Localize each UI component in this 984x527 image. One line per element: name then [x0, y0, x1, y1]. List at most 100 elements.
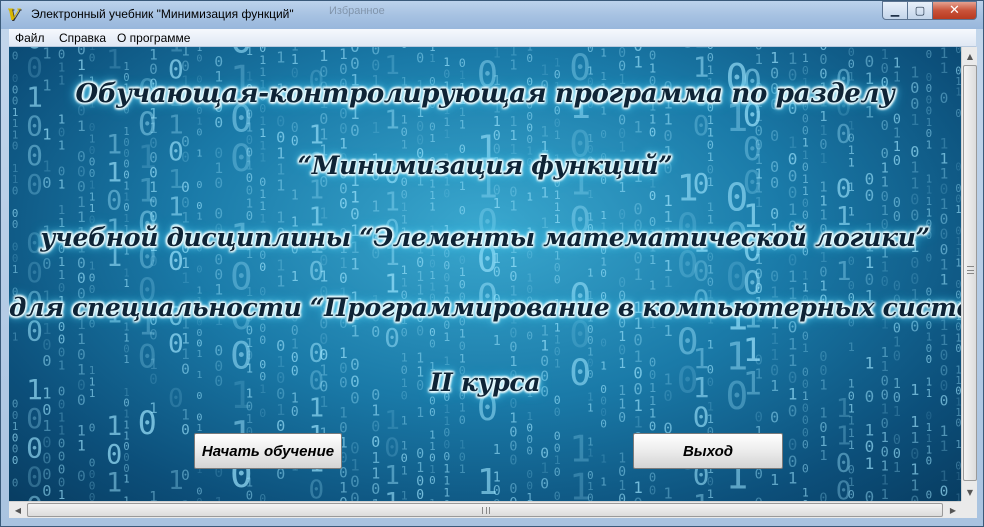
svg-text:1: 1: [58, 255, 65, 269]
svg-text:1: 1: [384, 187, 400, 217]
svg-text:0: 0: [910, 206, 919, 224]
svg-text:0: 0: [554, 465, 561, 479]
maximize-button[interactable]: ▢: [908, 1, 933, 20]
menu-item-help[interactable]: Справка: [59, 31, 106, 45]
svg-text:0: 0: [755, 467, 763, 483]
heading-line-3: учебной дисциплины “Элементы математичес…: [40, 223, 930, 252]
svg-text:0: 0: [339, 196, 348, 212]
heading-line-4: для специальности “Программирование в ко…: [9, 293, 961, 322]
svg-text:1: 1: [339, 256, 348, 272]
svg-text:0: 0: [848, 254, 855, 268]
minimize-icon: ▁: [890, 4, 900, 17]
svg-text:1: 1: [910, 111, 919, 129]
resize-corner[interactable]: [961, 501, 977, 518]
close-button[interactable]: ✕: [933, 1, 977, 20]
svg-text:1: 1: [554, 128, 561, 142]
svg-text:1: 1: [663, 484, 672, 501]
svg-text:1: 1: [443, 330, 450, 344]
svg-text:1: 1: [181, 332, 190, 348]
svg-text:0: 0: [26, 490, 43, 501]
svg-text:0: 0: [58, 48, 65, 62]
svg-text:0: 0: [416, 52, 424, 67]
svg-text:1: 1: [276, 49, 285, 67]
svg-text:1: 1: [663, 257, 672, 275]
svg-text:0: 0: [802, 208, 809, 222]
svg-text:0: 0: [214, 268, 223, 284]
svg-text:0: 0: [819, 491, 827, 502]
svg-text:1: 1: [940, 197, 949, 213]
svg-text:0: 0: [149, 254, 157, 270]
scroll-left-arrow-icon[interactable]: ◀: [10, 502, 26, 518]
svg-text:1: 1: [587, 402, 593, 415]
svg-text:1: 1: [123, 278, 129, 290]
scroll-right-arrow-icon[interactable]: ▶: [945, 502, 961, 518]
svg-text:0: 0: [384, 324, 400, 354]
menu-item-about[interactable]: О программе: [117, 31, 190, 45]
svg-text:1: 1: [893, 57, 901, 72]
svg-text:1: 1: [663, 192, 672, 210]
svg-text:0: 0: [509, 397, 517, 412]
svg-text:1: 1: [493, 334, 501, 349]
svg-text:0: 0: [26, 461, 43, 494]
svg-text:1: 1: [181, 347, 190, 363]
svg-text:1: 1: [384, 105, 400, 135]
svg-text:1: 1: [106, 468, 122, 499]
minimize-button[interactable]: ▁: [882, 1, 908, 20]
heading-line-5: II курса: [429, 368, 541, 397]
svg-text:1: 1: [509, 59, 517, 74]
svg-text:0: 0: [554, 405, 561, 419]
svg-text:0: 0: [893, 433, 901, 448]
horizontal-scrollbar[interactable]: ◀ ▶: [9, 501, 961, 518]
svg-text:0: 0: [26, 431, 43, 464]
svg-text:1: 1: [707, 337, 714, 351]
svg-text:0: 0: [493, 266, 501, 281]
svg-text:0: 0: [371, 323, 380, 341]
svg-text:0: 0: [196, 53, 202, 64]
horizontal-scroll-thumb[interactable]: [27, 503, 943, 517]
svg-text:0: 0: [26, 256, 43, 289]
svg-text:0: 0: [77, 271, 86, 287]
svg-text:0: 0: [509, 482, 517, 497]
scroll-up-arrow-icon[interactable]: ▲: [962, 48, 978, 64]
svg-text:0: 0: [214, 115, 223, 131]
start-learning-button[interactable]: Начать обучение: [194, 433, 342, 469]
svg-text:1: 1: [350, 322, 360, 341]
svg-text:1: 1: [770, 471, 779, 489]
svg-text:0: 0: [940, 484, 949, 500]
svg-text:1: 1: [848, 340, 855, 354]
svg-text:1: 1: [77, 423, 86, 439]
svg-text:0: 0: [350, 121, 360, 140]
svg-text:0: 0: [339, 107, 348, 123]
svg-text:0: 0: [77, 469, 86, 485]
svg-text:0: 0: [526, 52, 533, 65]
svg-text:0: 0: [181, 59, 190, 75]
svg-text:0: 0: [600, 128, 607, 141]
svg-text:1: 1: [181, 256, 190, 272]
svg-text:0: 0: [893, 322, 901, 337]
svg-text:1: 1: [459, 462, 466, 476]
title-bar[interactable]: V Электронный учебник "Минимизация функц…: [1, 1, 983, 29]
svg-text:0: 0: [429, 406, 436, 419]
scroll-down-arrow-icon[interactable]: ▼: [962, 484, 978, 500]
svg-text:0: 0: [89, 491, 96, 501]
svg-text:1: 1: [600, 453, 607, 466]
app-logo-icon[interactable]: V: [7, 6, 25, 24]
vertical-scrollbar[interactable]: ▲ ▼: [961, 47, 977, 501]
svg-text:1: 1: [633, 119, 642, 137]
svg-text:1: 1: [509, 200, 517, 215]
svg-text:1: 1: [663, 273, 672, 291]
svg-text:1: 1: [401, 464, 408, 478]
svg-text:1: 1: [893, 335, 901, 350]
svg-text:0: 0: [149, 328, 157, 344]
svg-text:1: 1: [633, 53, 642, 71]
svg-text:1: 1: [819, 448, 827, 464]
vertical-scroll-thumb[interactable]: [963, 65, 977, 481]
svg-text:0: 0: [214, 207, 223, 223]
exit-button[interactable]: Выход: [633, 433, 783, 469]
svg-text:0: 0: [649, 125, 656, 139]
svg-text:1: 1: [149, 490, 157, 501]
svg-text:0: 0: [600, 418, 607, 431]
menu-item-file[interactable]: Файл: [15, 31, 45, 45]
svg-text:1: 1: [58, 113, 65, 127]
svg-text:1: 1: [384, 461, 400, 491]
